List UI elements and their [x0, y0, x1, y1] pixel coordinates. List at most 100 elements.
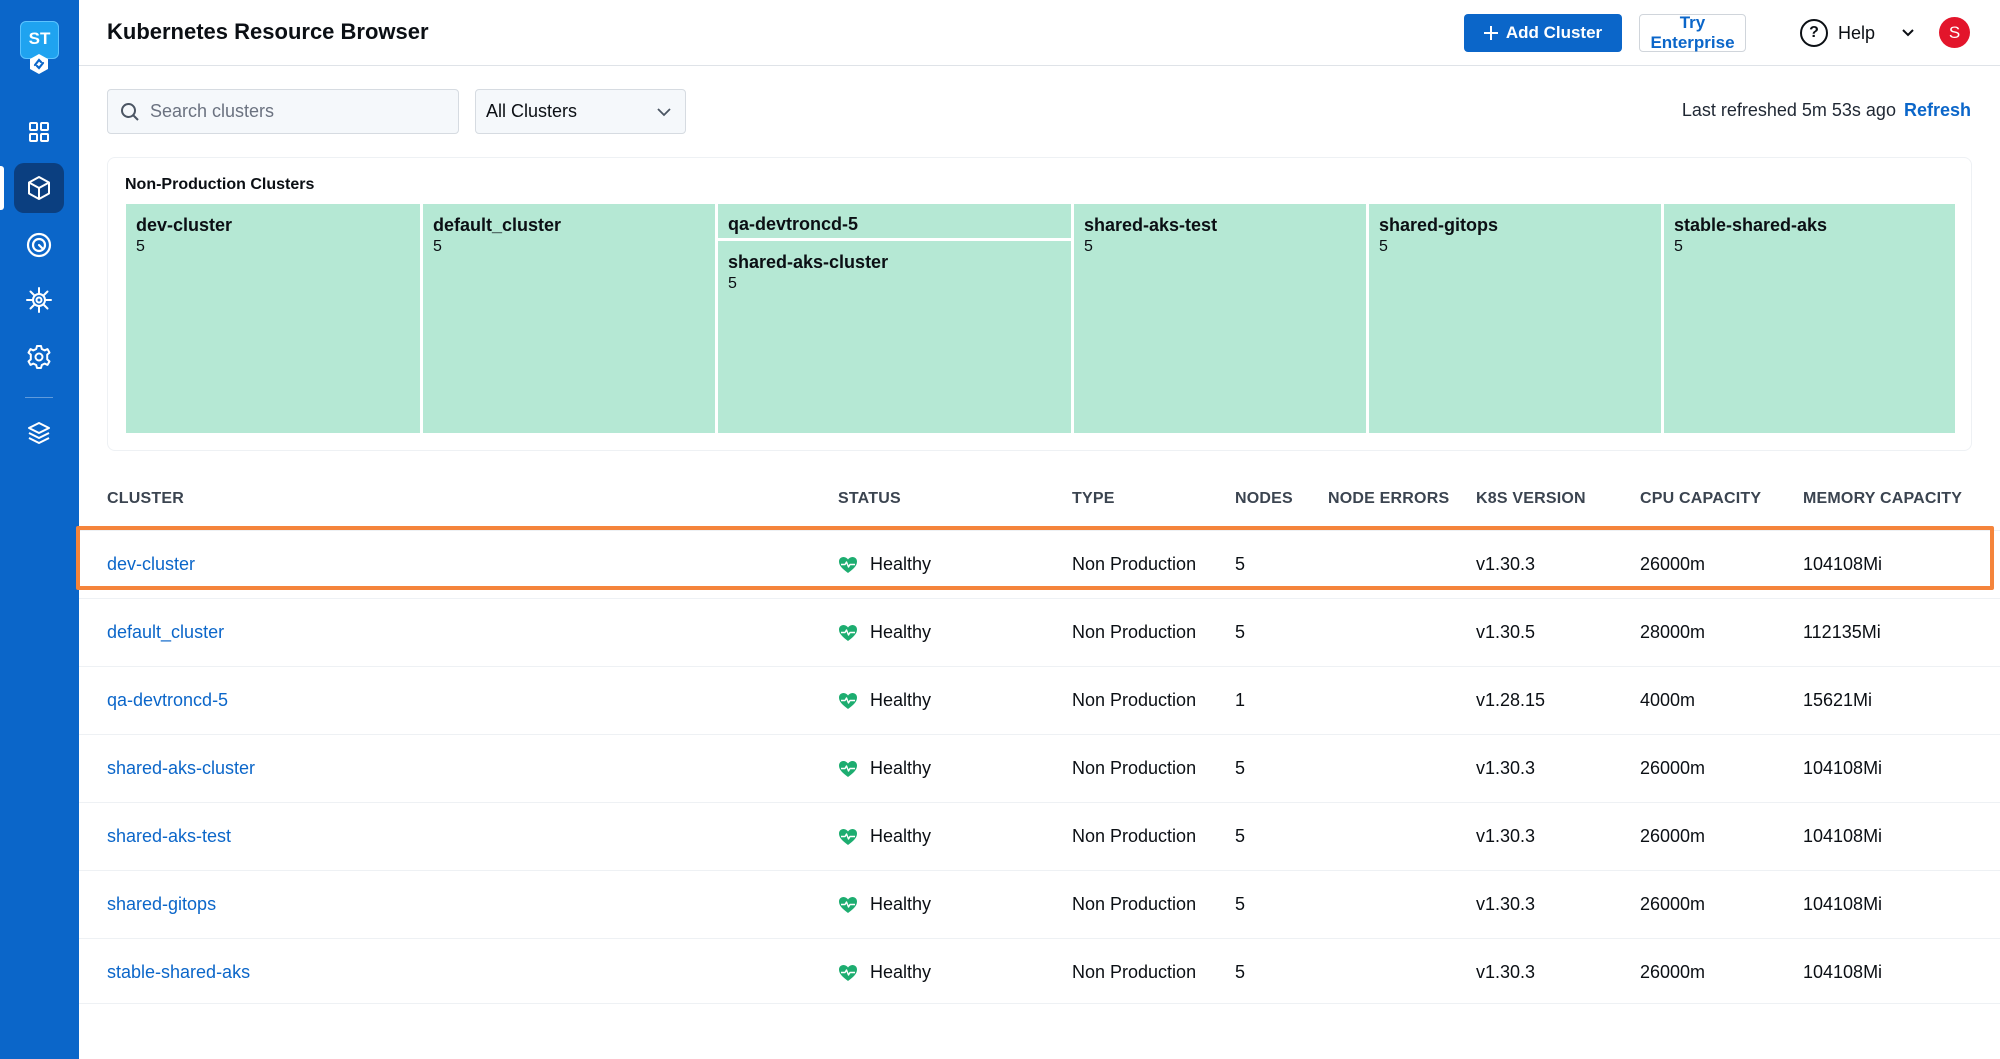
status-cell: Healthy: [838, 894, 931, 915]
memory-capacity-cell: 104108Mi: [1803, 826, 1883, 846]
treemap-tile-qa-devtroncd-5[interactable]: qa-devtroncd-5: [718, 204, 1071, 238]
type-cell: Non Production: [1072, 962, 1197, 982]
tile-value: 5: [136, 238, 145, 255]
search-icon: [121, 102, 139, 121]
cluster-name-link[interactable]: shared-gitops: [107, 894, 216, 915]
tile-name: dev-cluster: [136, 215, 233, 235]
table-row[interactable]: qa-devtroncd-5 Healthy Non Production 1 …: [79, 666, 2000, 734]
table-row[interactable]: stable-shared-aks Healthy Non Production…: [79, 938, 2000, 1006]
tile-name: shared-aks-cluster: [728, 252, 889, 272]
column-header-type[interactable]: TYPE: [1072, 490, 1115, 508]
search-clusters[interactable]: [107, 89, 459, 134]
heart-pulse-icon: [839, 964, 857, 981]
user-avatar[interactable]: S: [1939, 17, 1970, 48]
add-cluster-label: Add Cluster: [1505, 23, 1603, 42]
tile-name: qa-devtroncd-5: [728, 214, 859, 234]
status-cell: Healthy: [838, 554, 931, 575]
cluster-name-link[interactable]: qa-devtroncd-5: [107, 690, 228, 711]
refresh-button[interactable]: Refresh: [1904, 100, 1971, 121]
cluster-name-link[interactable]: stable-shared-aks: [107, 962, 250, 983]
treemap-tile-shared-aks-test[interactable]: shared-aks-test 5: [1074, 204, 1366, 433]
type-cell: Non Production: [1072, 554, 1197, 574]
chevron-down-icon[interactable]: [1898, 22, 1918, 42]
sidebar-item-stack[interactable]: [14, 408, 64, 458]
column-header-nodes[interactable]: NODES: [1235, 490, 1293, 508]
column-header-cluster[interactable]: CLUSTER: [107, 490, 184, 508]
k8s-version-cell: v1.30.3: [1476, 962, 1536, 982]
add-cluster-button[interactable]: Add Cluster: [1464, 14, 1622, 52]
column-header-node-errors[interactable]: NODE ERRORS: [1328, 490, 1449, 508]
k8s-version-cell: v1.28.15: [1476, 690, 1546, 710]
tile-name: shared-gitops: [1379, 215, 1499, 235]
active-nav-indicator: [0, 166, 4, 210]
treemap-tile-shared-gitops[interactable]: shared-gitops 5: [1369, 204, 1661, 433]
treemap-tile-shared-aks-cluster[interactable]: shared-aks-cluster 5: [718, 241, 1071, 433]
type-cell: Non Production: [1072, 622, 1197, 642]
gear-icon: [27, 345, 51, 369]
treemap-card: Non-Production Clusters dev-cluster 5 de…: [107, 157, 1972, 451]
help-menu[interactable]: ? Help: [1800, 17, 1875, 49]
nodes-cell: 5: [1235, 622, 1246, 642]
table-row[interactable]: default_cluster Healthy Non Production 5…: [79, 598, 2000, 666]
cluster-name-link[interactable]: shared-aks-cluster: [107, 758, 255, 779]
cpu-capacity-cell: 26000m: [1640, 758, 1706, 778]
treemap: dev-cluster 5 default_cluster 5 qa-devtr…: [126, 204, 1955, 433]
radar-icon: [26, 232, 52, 258]
status-text: Healthy: [870, 826, 932, 846]
table-row[interactable]: shared-aks-cluster Healthy Non Productio…: [79, 734, 2000, 802]
cluster-filter-value: All Clusters: [486, 101, 578, 121]
cluster-name-link[interactable]: dev-cluster: [107, 554, 195, 575]
k8s-version-cell: v1.30.3: [1476, 554, 1536, 574]
status-cell: Healthy: [838, 622, 931, 643]
search-input[interactable]: [150, 101, 440, 122]
tile-value: 5: [1674, 238, 1683, 255]
heart-pulse-icon: [839, 828, 857, 845]
treemap-tile-default-cluster[interactable]: default_cluster 5: [423, 204, 715, 433]
k8s-version-cell: v1.30.3: [1476, 826, 1536, 846]
cpu-capacity-cell: 26000m: [1640, 962, 1706, 982]
sidebar-item-security[interactable]: [14, 220, 64, 270]
cluster-filter-dropdown[interactable]: All Clusters: [475, 89, 686, 134]
cpu-capacity-cell: 4000m: [1640, 690, 1696, 710]
nodes-cell: 5: [1235, 554, 1246, 574]
cpu-capacity-cell: 26000m: [1640, 554, 1706, 574]
heart-pulse-icon: [839, 760, 857, 777]
type-cell: Non Production: [1072, 758, 1197, 778]
column-header-k8s-version[interactable]: K8S VERSION: [1476, 490, 1586, 508]
helm-icon: [26, 287, 52, 313]
type-cell: Non Production: [1072, 894, 1197, 914]
column-header-cpu-capacity[interactable]: CPU CAPACITY: [1640, 490, 1761, 508]
k8s-version-cell: v1.30.5: [1476, 622, 1536, 642]
sidebar-item-settings[interactable]: [14, 332, 64, 382]
sidebar-item-resource-browser[interactable]: [14, 163, 64, 213]
try-enterprise-label: Try Enterprise: [1650, 13, 1735, 52]
tile-value: 5: [433, 238, 442, 255]
help-icon: ?: [1800, 19, 1828, 47]
nodes-cell: 1: [1235, 690, 1246, 710]
heart-pulse-icon: [839, 624, 857, 641]
sidebar-item-apps[interactable]: [14, 107, 64, 157]
status-text: Healthy: [870, 894, 932, 914]
cpu-capacity-cell: 26000m: [1640, 894, 1706, 914]
cluster-name-link[interactable]: default_cluster: [107, 622, 224, 643]
sidebar-item-global-config[interactable]: [14, 275, 64, 325]
treemap-title: Non-Production Clusters: [125, 176, 315, 193]
cluster-name-link[interactable]: shared-aks-test: [107, 826, 231, 847]
status-text: Healthy: [870, 622, 932, 642]
refresh-status: Last refreshed 5m 53s ago Refresh: [1682, 100, 1971, 121]
column-header-status[interactable]: STATUS: [838, 490, 901, 508]
treemap-tile-dev-cluster[interactable]: dev-cluster 5: [126, 204, 420, 433]
nodes-cell: 5: [1235, 758, 1246, 778]
org-logo-text: ST: [28, 29, 51, 48]
tile-value: 5: [728, 275, 737, 292]
nodes-cell: 5: [1235, 962, 1246, 982]
memory-capacity-cell: 15621Mi: [1803, 690, 1873, 710]
heart-pulse-icon: [839, 692, 857, 709]
table-row[interactable]: shared-aks-test Healthy Non Production 5…: [79, 802, 2000, 870]
column-header-memory-capacity[interactable]: MEMORY CAPACITY: [1803, 490, 1962, 508]
try-enterprise-button[interactable]: Try Enterprise: [1639, 13, 1746, 52]
heart-pulse-icon: [839, 896, 857, 913]
treemap-tile-stable-shared-aks[interactable]: stable-shared-aks 5: [1664, 204, 1955, 433]
table-row[interactable]: shared-gitops Healthy Non Production 5 v…: [79, 870, 2000, 938]
table-row[interactable]: dev-cluster Healthy Non Production 5 v1.…: [79, 530, 2000, 598]
